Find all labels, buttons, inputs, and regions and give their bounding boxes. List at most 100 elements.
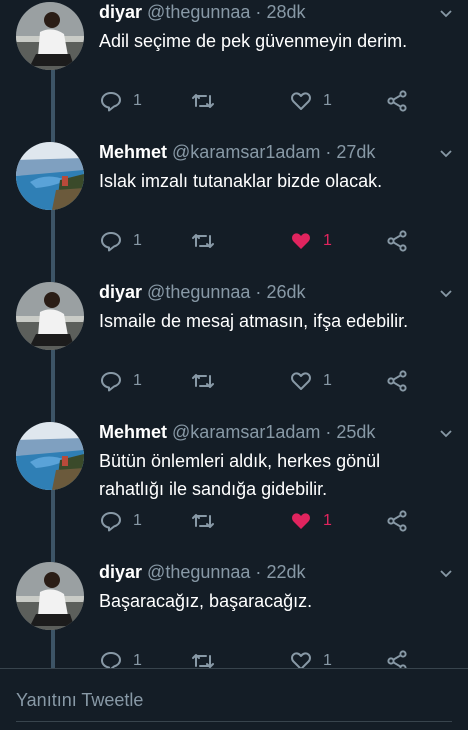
avatar[interactable] [16, 142, 84, 210]
chevron-down-icon[interactable] [438, 566, 454, 582]
like-button[interactable]: 1 [289, 228, 332, 254]
retweet-icon [192, 234, 214, 248]
reply-button[interactable]: 1 [99, 508, 142, 534]
retweet-button[interactable] [191, 368, 215, 394]
author-handle[interactable]: @thegunnaa [147, 562, 250, 582]
reply-count: 1 [133, 652, 142, 668]
reply-count: 1 [133, 512, 142, 529]
heart-outline-icon [291, 652, 311, 668]
reply-icon [101, 232, 121, 252]
thread-connector [51, 350, 55, 420]
heart-filled-icon [292, 513, 310, 529]
share-icon [387, 370, 407, 392]
separator-dot: · [325, 142, 332, 162]
thread-connector [51, 210, 55, 280]
thread-connector [51, 70, 55, 140]
tweet-actions: 1 1 [99, 88, 419, 114]
tweet-actions: 1 1 [99, 508, 419, 534]
separator-dot: · [255, 562, 262, 582]
tweet-actions: 1 1 [99, 368, 419, 394]
author-name[interactable]: diyar [99, 562, 142, 582]
author-handle[interactable]: @thegunnaa [147, 282, 250, 302]
like-button[interactable]: 1 [289, 88, 332, 114]
tweet[interactable]: diyar @thegunnaa · 22dk Başaracağız, baş… [0, 560, 468, 668]
share-icon [387, 650, 407, 668]
tweet-header: Mehmet @karamsar1adam · 27dk [99, 141, 375, 163]
tweet-time[interactable]: 26dk [266, 282, 305, 302]
reply-button[interactable]: 1 [99, 368, 142, 394]
tweet[interactable]: Mehmet @karamsar1adam · 25dk Bütün önlem… [0, 420, 468, 560]
author-name[interactable]: diyar [99, 282, 142, 302]
retweet-button[interactable] [191, 228, 215, 254]
retweet-icon [192, 374, 214, 388]
tweet-header: diyar @thegunnaa · 26dk [99, 281, 305, 303]
tweet[interactable]: diyar @thegunnaa · 28dk Adil seçime de p… [0, 0, 468, 140]
reply-count: 1 [133, 232, 142, 249]
tweet-time[interactable]: 25dk [336, 422, 375, 442]
author-name[interactable]: Mehmet [99, 422, 167, 442]
tweet[interactable]: Mehmet @karamsar1adam · 27dk Islak imzal… [0, 140, 468, 280]
tweet-text: Bütün önlemleri aldık, herkes gönül raha… [99, 451, 381, 499]
like-button[interactable]: 1 [289, 368, 332, 394]
share-icon [387, 90, 407, 112]
share-button[interactable] [385, 228, 409, 254]
chevron-down-icon[interactable] [438, 426, 454, 442]
share-button[interactable] [385, 648, 409, 668]
tweet-time[interactable]: 27dk [336, 142, 375, 162]
separator-dot: · [325, 422, 332, 442]
avatar[interactable] [16, 282, 84, 350]
like-count: 1 [323, 512, 332, 529]
reply-button[interactable]: 1 [99, 228, 142, 254]
author-name[interactable]: Mehmet [99, 142, 167, 162]
tweet-time[interactable]: 22dk [266, 562, 305, 582]
reply-count: 1 [133, 372, 142, 389]
like-button[interactable]: 1 [289, 648, 332, 668]
like-count: 1 [323, 652, 332, 668]
share-button[interactable] [385, 368, 409, 394]
share-button[interactable] [385, 88, 409, 114]
tweet-time[interactable]: 28dk [266, 2, 305, 22]
tweet-text: Islak imzalı tutanaklar bizde olacak. [99, 171, 383, 191]
separator-dot: · [255, 282, 262, 302]
author-name[interactable]: diyar [99, 2, 142, 22]
tweet-text: Ismaile de mesaj atmasın, ifşa edebilir. [99, 311, 409, 331]
reply-icon [101, 92, 121, 112]
author-handle[interactable]: @karamsar1adam [172, 422, 320, 442]
tweet-text: Başaracağız, başaracağız. [99, 591, 313, 611]
reply-button[interactable]: 1 [99, 88, 142, 114]
like-button[interactable]: 1 [289, 508, 332, 534]
avatar[interactable] [16, 422, 84, 490]
author-handle[interactable]: @thegunnaa [147, 2, 250, 22]
tweet-text: Adil seçime de pek güvenmeyin derim. [99, 31, 408, 51]
retweet-button[interactable] [191, 508, 215, 534]
like-count: 1 [323, 92, 332, 109]
retweet-button[interactable] [191, 648, 215, 668]
avatar[interactable] [16, 2, 84, 70]
thread-connector [51, 630, 55, 668]
reply-icon [101, 652, 121, 668]
tweet-actions: 1 1 [99, 648, 419, 668]
tweet-thread: diyar @thegunnaa · 28dk Adil seçime de p… [0, 0, 468, 668]
reply-icon [101, 512, 121, 532]
retweet-icon [192, 514, 214, 528]
tweet-actions: 1 1 [99, 228, 419, 254]
share-icon [387, 510, 407, 532]
chevron-down-icon[interactable] [438, 286, 454, 302]
avatar[interactable] [16, 562, 84, 630]
chevron-down-icon[interactable] [438, 146, 454, 162]
chevron-down-icon[interactable] [438, 6, 454, 22]
share-button[interactable] [385, 508, 409, 534]
tweet-header: Mehmet @karamsar1adam · 25dk [99, 421, 375, 443]
heart-outline-icon [291, 372, 311, 390]
reply-composer: Yanıtını Tweetle [0, 668, 468, 730]
tweet-header: diyar @thegunnaa · 22dk [99, 561, 305, 583]
retweet-button[interactable] [191, 88, 215, 114]
like-count: 1 [323, 372, 332, 389]
reply-input[interactable]: Yanıtını Tweetle [16, 687, 452, 722]
reply-icon [101, 372, 121, 392]
reply-button[interactable]: 1 [99, 648, 142, 668]
author-handle[interactable]: @karamsar1adam [172, 142, 320, 162]
heart-filled-icon [292, 233, 310, 249]
tweet[interactable]: diyar @thegunnaa · 26dk Ismaile de mesaj… [0, 280, 468, 420]
separator-dot: · [255, 2, 262, 22]
